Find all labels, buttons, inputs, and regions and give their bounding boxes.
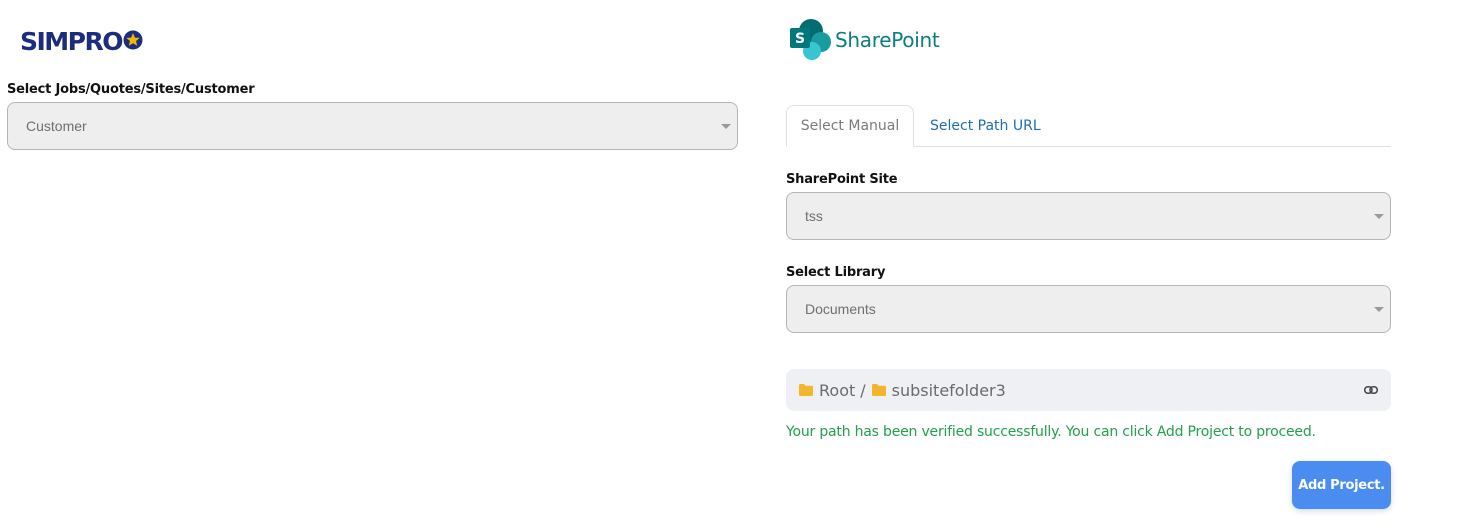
library-select[interactable]: Documents [786,285,1391,333]
tab-select-manual[interactable]: Select Manual [786,105,914,147]
type-select-label: Select Jobs/Quotes/Sites/Customer [7,82,255,97]
path-mode-tabs: Select Manual Select Path URL [786,105,1391,147]
simpro-logo: SIMPRO [20,27,143,55]
simpro-logo-text: SIMPRO [20,26,124,56]
library-value: Documents [805,301,876,317]
folder-icon [871,384,886,396]
type-select-value: Customer [26,118,87,134]
link-icon[interactable] [1364,383,1378,397]
type-select[interactable]: Customer [7,102,738,150]
sharepoint-icon: S [790,19,831,60]
sharepoint-logo-text: SharePoint [835,28,940,52]
breadcrumb-root[interactable]: Root [819,381,855,400]
breadcrumb-subfolder[interactable]: subsitefolder3 [892,381,1006,400]
breadcrumb-separator: / [860,380,866,400]
sharepoint-logo: S SharePoint [788,18,940,62]
folder-path-breadcrumb: Root / subsitefolder3 [786,369,1391,411]
chevron-down-icon [1374,214,1384,219]
tab-select-path-url[interactable]: Select Path URL [930,105,1041,147]
sharepoint-site-select[interactable]: tss [786,192,1391,240]
sharepoint-site-label: SharePoint Site [786,172,898,187]
path-verified-message: Your path has been verified successfully… [786,424,1316,440]
star-icon [123,30,143,50]
sharepoint-icon-letter: S [795,31,805,47]
sharepoint-site-value: tss [805,208,823,224]
folder-icon [799,384,813,396]
chevron-down-icon [721,124,731,129]
library-label: Select Library [786,265,886,280]
add-project-button[interactable]: Add Project. [1292,461,1391,509]
chevron-down-icon [1374,307,1384,312]
